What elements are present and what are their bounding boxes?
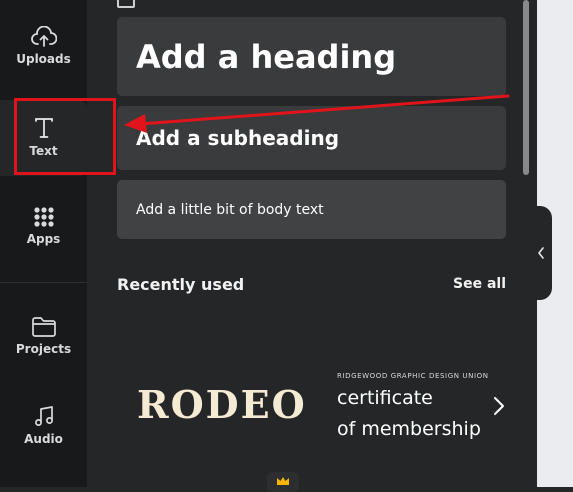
crown-icon <box>267 472 299 492</box>
add-subheading-label: Add a subheading <box>136 126 340 150</box>
sidebar-item-label: Audio <box>24 432 63 446</box>
certificate-small-caption: RIDGEWOOD GRAPHIC DESIGN UNION <box>337 372 489 380</box>
sidebar-item-apps[interactable]: Apps <box>0 200 87 262</box>
certificate-font-preset[interactable]: RIDGEWOOD GRAPHIC DESIGN UNION certifica… <box>337 372 489 442</box>
sidebar-item-label: Apps <box>26 232 61 246</box>
sidebar-item-audio[interactable]: Audio <box>0 396 87 456</box>
panel-scrollbar[interactable] <box>521 0 531 180</box>
chevron-left-icon <box>537 244 545 263</box>
add-subheading-button[interactable]: Add a subheading <box>117 106 506 170</box>
sidebar-item-label: Projects <box>15 342 72 356</box>
text-icon <box>33 116 55 140</box>
folder-icon <box>31 316 57 338</box>
sidebar-item-text[interactable]: Text <box>0 100 87 176</box>
sidebar-item-uploads[interactable]: Uploads <box>0 0 87 92</box>
music-note-icon <box>32 404 56 428</box>
collapse-panel-button[interactable] <box>530 206 552 300</box>
scrollbar-thumb[interactable] <box>523 0 529 175</box>
chevron-right-icon[interactable] <box>492 395 506 421</box>
cloud-upload-icon <box>30 26 57 48</box>
rodeo-font-preset[interactable]: RODEO <box>137 382 307 427</box>
certificate-line-2: of membership <box>337 418 481 440</box>
rail-divider <box>0 282 87 283</box>
sidebar-item-label: Text <box>29 144 58 158</box>
recently-used-title: Recently used <box>117 275 245 294</box>
add-heading-label: Add a heading <box>136 37 397 76</box>
sidebar-item-label: Uploads <box>16 52 71 66</box>
certificate-line-1: certificate <box>337 387 433 409</box>
sidebar-item-projects[interactable]: Projects <box>0 306 87 366</box>
add-body-text-button[interactable]: Add a little bit of body text <box>117 180 506 239</box>
apps-grid-icon <box>33 206 55 228</box>
text-panel: Add a heading Add a subheading Add a lit… <box>87 0 537 492</box>
side-rail: Uploads Text Apps Projects Audio <box>0 0 87 487</box>
see-all-link[interactable]: See all <box>453 276 506 292</box>
add-body-text-label: Add a little bit of body text <box>136 201 324 218</box>
partial-icon <box>117 0 135 8</box>
add-heading-button[interactable]: Add a heading <box>117 17 506 96</box>
